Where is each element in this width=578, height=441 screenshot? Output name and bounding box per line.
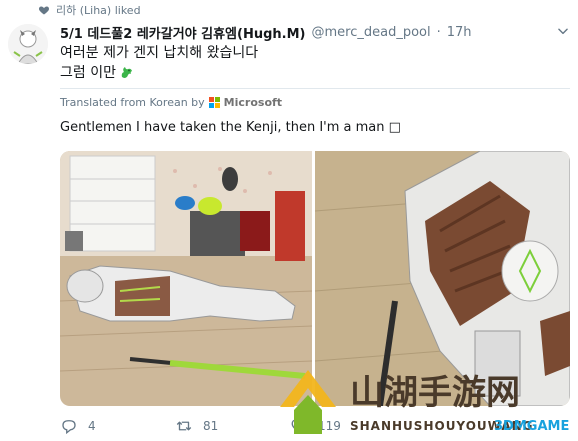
like-count: 119 (318, 419, 341, 433)
tweet-text-line1: 여러분 제가 겐지 납치해 왔습니다 (60, 45, 259, 61)
translator-name[interactable]: Microsoft (224, 96, 282, 109)
dragon-emoji-icon (121, 67, 132, 78)
tweet-media[interactable] (60, 151, 570, 406)
like-icon (291, 419, 307, 433)
tweet-actions: 4 81 119 (60, 416, 500, 436)
liked-by-row[interactable]: 리하 (Liha) liked (38, 2, 141, 18)
heart-icon (38, 6, 50, 15)
retweet-count: 81 (203, 419, 219, 433)
tweet-text-line2: 그럼 이만 (60, 65, 116, 81)
avatar-image (8, 24, 48, 64)
retweet-button[interactable]: 81 (175, 417, 290, 435)
reply-count: 4 (88, 419, 96, 433)
watermark-site: 3DMGAME (494, 419, 569, 434)
tweet-text-line2-row: 그럼 이만 (60, 62, 135, 82)
reply-button[interactable]: 4 (60, 417, 175, 435)
photo-left[interactable] (60, 151, 313, 406)
tweet-header: 5/1 데드풀2 레카갈거야 김휴엠(Hugh.M) @merc_dead_po… (60, 22, 570, 42)
translation-attribution: Translated from Korean by Microsoft (60, 96, 282, 109)
avatar[interactable] (8, 24, 48, 64)
chevron-down-icon[interactable] (556, 24, 570, 38)
timestamp[interactable]: 17h (447, 25, 472, 40)
translated-prefix: Translated from Korean by (60, 96, 205, 109)
retweet-icon (176, 421, 192, 431)
liked-by-text: 리하 (Liha) liked (56, 4, 141, 17)
reply-icon (62, 420, 76, 435)
microsoft-logo-icon (208, 97, 220, 108)
photo-right[interactable] (314, 151, 570, 406)
like-button[interactable]: 119 (290, 417, 405, 435)
translated-text: Gentlemen I have taken the Kenji, then I… (60, 120, 401, 135)
user-handle[interactable]: @merc_dead_pool (311, 25, 430, 40)
header-separator: · (436, 24, 441, 40)
display-name[interactable]: 5/1 데드풀2 레카갈거야 김휴엠(Hugh.M) (60, 23, 305, 42)
divider (60, 88, 570, 89)
